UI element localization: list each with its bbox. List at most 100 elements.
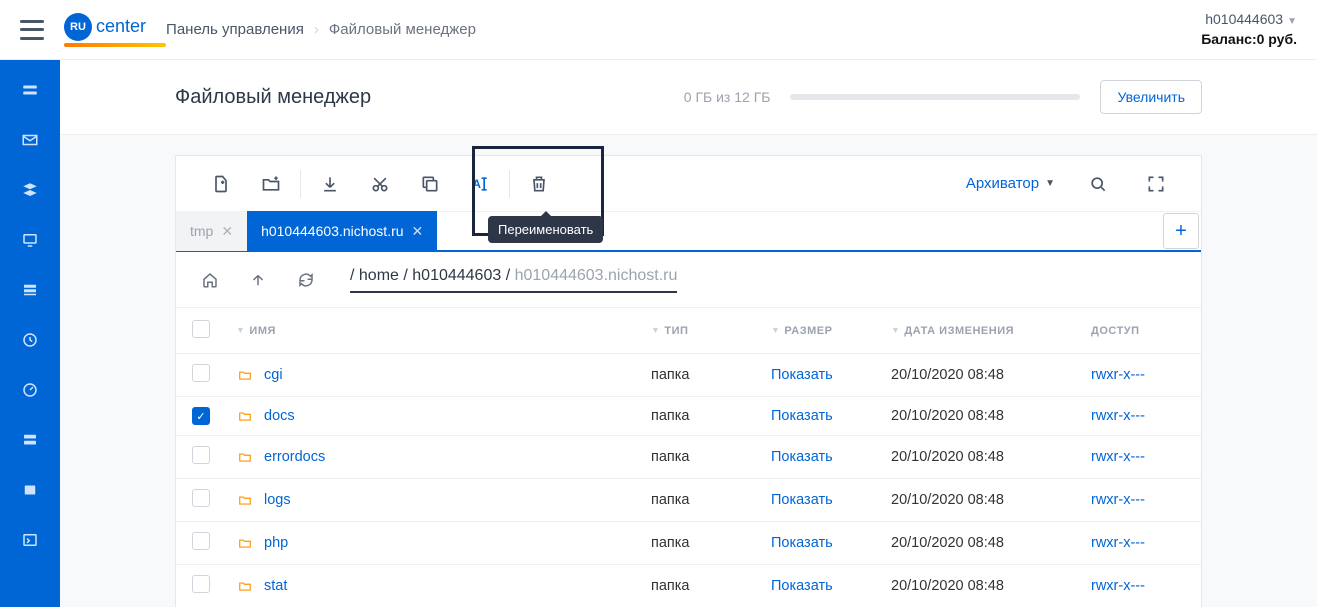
quota-bar [790, 94, 1080, 100]
folder-icon [236, 536, 254, 550]
toolbar: A Архиватор▼ Переименовать [176, 156, 1201, 212]
chevron-down-icon: ▼ [1287, 16, 1297, 27]
sidebar-item-layers-icon[interactable] [20, 280, 40, 300]
cell-type: папка [641, 565, 761, 607]
file-name-link[interactable]: php [264, 535, 288, 551]
tab-host[interactable]: h010444603.nichost.ru ✕ [247, 211, 437, 251]
row-checkbox[interactable] [192, 489, 210, 507]
archiver-dropdown[interactable]: Архиватор▼ [966, 175, 1055, 192]
add-tab-button[interactable]: + [1163, 213, 1199, 249]
perm-link[interactable]: rwxr-x--- [1091, 535, 1145, 551]
new-folder-icon[interactable] [246, 156, 296, 212]
cut-icon[interactable] [355, 156, 405, 212]
row-checkbox[interactable] [192, 532, 210, 550]
chevron-down-icon: ▼ [1045, 178, 1055, 189]
cell-type: папка [641, 522, 761, 565]
cell-type: папка [641, 397, 761, 436]
row-checkbox[interactable] [192, 446, 210, 464]
sidebar [0, 60, 60, 607]
folder-icon [236, 409, 254, 423]
title-row: Файловый менеджер 0 ГБ из 12 ГБ Увеличит… [60, 60, 1317, 135]
cell-type: папка [641, 436, 761, 479]
folder-icon [236, 493, 254, 507]
file-name-link[interactable]: logs [264, 492, 291, 508]
page-title: Файловый менеджер [175, 86, 371, 109]
delete-icon[interactable] [514, 156, 564, 212]
file-name-link[interactable]: docs [264, 408, 295, 424]
show-size-link[interactable]: Показать [771, 449, 833, 465]
menu-toggle-icon[interactable] [20, 20, 44, 40]
show-size-link[interactable]: Показать [771, 535, 833, 551]
download-icon[interactable] [305, 156, 355, 212]
fullscreen-icon[interactable] [1131, 156, 1181, 212]
rename-icon[interactable]: A [455, 156, 505, 212]
sidebar-item-mail-icon[interactable] [20, 130, 40, 150]
sidebar-item-storage-icon[interactable] [20, 80, 40, 100]
sidebar-item-gauge-icon[interactable] [20, 380, 40, 400]
show-size-link[interactable]: Показать [771, 408, 833, 424]
cell-date: 20/10/2020 08:48 [881, 354, 1081, 397]
close-icon[interactable]: ✕ [412, 223, 424, 240]
col-name[interactable]: ▼ИМЯ [226, 308, 641, 354]
perm-link[interactable]: rwxr-x--- [1091, 449, 1145, 465]
breadcrumb-current: Файловый менеджер [329, 21, 476, 38]
show-size-link[interactable]: Показать [771, 578, 833, 594]
col-date[interactable]: ▼ДАТА ИЗМЕНЕНИЯ [881, 308, 1081, 354]
cell-type: папка [641, 479, 761, 522]
copy-icon[interactable] [405, 156, 455, 212]
cell-date: 20/10/2020 08:48 [881, 479, 1081, 522]
col-size[interactable]: ▼РАЗМЕР [761, 308, 881, 354]
perm-link[interactable]: rwxr-x--- [1091, 367, 1145, 383]
quota-block: 0 ГБ из 12 ГБ Увеличить [684, 80, 1202, 114]
account-dropdown[interactable]: h010444603▼ [1201, 10, 1297, 30]
rename-tooltip: Переименовать [488, 216, 603, 243]
balance-text: Баланс:0 руб. [1201, 30, 1297, 50]
tab-tmp[interactable]: tmp ✕ [176, 211, 247, 251]
main-content: Файловый менеджер 0 ГБ из 12 ГБ Увеличит… [60, 60, 1317, 607]
file-name-link[interactable]: stat [264, 578, 287, 594]
sidebar-item-db-icon[interactable] [20, 480, 40, 500]
tabs: tmp ✕ h010444603.nichost.ru ✕ + [176, 212, 1201, 252]
file-name-link[interactable]: errordocs [264, 449, 325, 465]
logo[interactable]: RU center [64, 13, 166, 47]
home-icon[interactable] [186, 252, 234, 308]
svg-text:A: A [473, 178, 482, 191]
file-name-link[interactable]: cgi [264, 367, 283, 383]
logo-badge: RU [64, 13, 92, 41]
cell-date: 20/10/2020 08:48 [881, 522, 1081, 565]
sidebar-item-clock-icon[interactable] [20, 330, 40, 350]
table-row: php папка Показать 20/10/2020 08:48 rwxr-x--… [176, 522, 1201, 565]
new-file-icon[interactable] [196, 156, 246, 212]
sidebar-item-server-icon[interactable] [20, 430, 40, 450]
up-icon[interactable] [234, 252, 282, 308]
select-all-checkbox[interactable] [192, 320, 210, 338]
sidebar-item-terminal-icon[interactable] [20, 530, 40, 550]
cell-date: 20/10/2020 08:48 [881, 397, 1081, 436]
path-bar[interactable]: / home / h010444603 / h010444603.nichost… [350, 267, 677, 293]
row-checkbox[interactable] [192, 575, 210, 593]
table-row: errordocsпапкаПоказать20/10/2020 08:48rw… [176, 436, 1201, 479]
row-checkbox[interactable]: ✓ [192, 407, 210, 425]
close-icon[interactable]: ✕ [221, 223, 233, 240]
sidebar-item-stack-icon[interactable] [20, 180, 40, 200]
refresh-icon[interactable] [282, 252, 330, 308]
nav-row: / home / h010444603 / h010444603.nichost… [176, 252, 1201, 308]
col-type[interactable]: ▼ТИП [641, 308, 761, 354]
perm-link[interactable]: rwxr-x--- [1091, 492, 1145, 508]
show-size-link[interactable]: Показать [771, 492, 833, 508]
app-header: RU center Панель управления › Файловый м… [0, 0, 1317, 60]
breadcrumb-panel[interactable]: Панель управления [166, 21, 304, 38]
row-checkbox[interactable] [192, 364, 210, 382]
increase-button[interactable]: Увеличить [1100, 80, 1202, 114]
perm-link[interactable]: rwxr-x--- [1091, 408, 1145, 424]
cell-type: папка [641, 354, 761, 397]
show-size-link[interactable]: Показать [771, 367, 833, 383]
file-table: ▼ИМЯ ▼ТИП ▼РАЗМЕР ▼ДАТА ИЗМЕНЕНИЯ ДОСТУП… [176, 308, 1201, 607]
perm-link[interactable]: rwxr-x--- [1091, 578, 1145, 594]
cell-date: 20/10/2020 08:48 [881, 565, 1081, 607]
search-icon[interactable] [1073, 156, 1123, 212]
sidebar-item-desktop-icon[interactable] [20, 230, 40, 250]
col-perm: ДОСТУП [1081, 308, 1201, 354]
header-account-block: h010444603▼ Баланс:0 руб. [1201, 10, 1297, 49]
quota-text: 0 ГБ из 12 ГБ [684, 89, 771, 105]
